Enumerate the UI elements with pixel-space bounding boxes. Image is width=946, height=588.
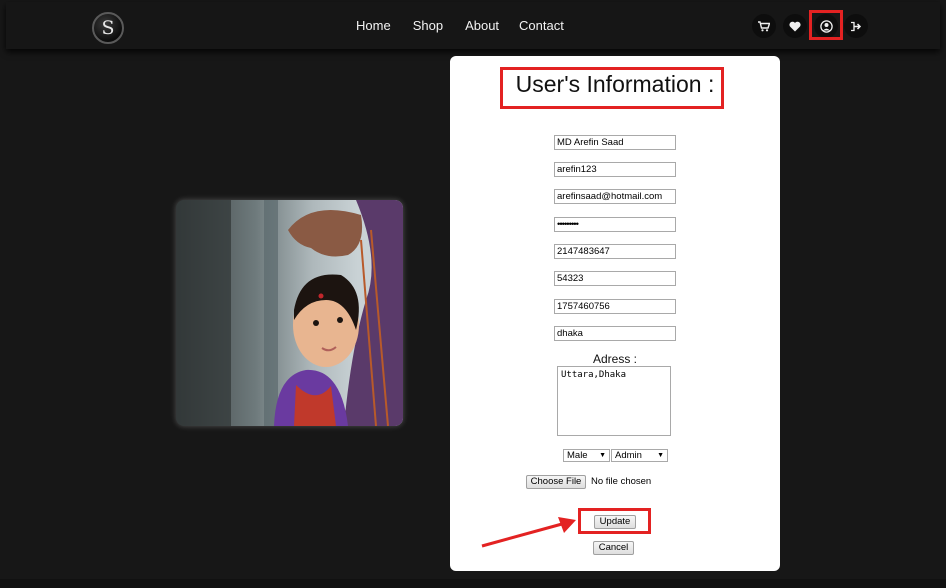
user-info-card: User's Information : MD Arefin Saad aref… — [450, 56, 780, 571]
update-button[interactable]: Update — [594, 515, 636, 529]
role-value: Admin — [615, 450, 642, 461]
annotation-arrow — [481, 517, 576, 548]
page-title: User's Information : — [515, 71, 715, 97]
name-field[interactable]: MD Arefin Saad — [554, 135, 676, 150]
gender-value: Male — [567, 450, 588, 461]
heart-icon[interactable] — [783, 14, 807, 38]
phone-field[interactable]: 1757460756 — [554, 299, 676, 314]
cart-icon[interactable] — [752, 14, 776, 38]
nav-about[interactable]: About — [465, 18, 499, 34]
city-field[interactable]: dhaka — [554, 326, 676, 341]
postcode-field[interactable]: 54323 — [554, 271, 676, 286]
nav-home[interactable]: Home — [356, 18, 391, 34]
email-field[interactable]: arefinsaad@hotmail.com — [554, 189, 676, 204]
nav-shop[interactable]: Shop — [413, 18, 443, 34]
adress-label: Adress : — [592, 352, 637, 366]
logo-letter: S — [101, 17, 115, 39]
nav-links: Home Shop About Contact — [356, 18, 586, 34]
navbar: S Home Shop About Contact — [6, 2, 940, 49]
caret-down-icon: ▼ — [599, 452, 606, 459]
file-status: No file chosen — [591, 476, 652, 487]
footer-bar — [0, 579, 946, 588]
choose-file-button[interactable]: Choose File — [526, 475, 586, 489]
caret-down-icon: ▼ — [657, 452, 664, 459]
user-photo — [176, 200, 403, 426]
password-field[interactable]: ••••••••• — [554, 217, 676, 232]
username-field[interactable]: arefin123 — [554, 162, 676, 177]
gender-select[interactable]: Male ▼ — [563, 449, 610, 462]
logout-icon[interactable] — [844, 14, 868, 38]
role-select[interactable]: Admin ▼ — [611, 449, 668, 462]
number-field[interactable]: 2147483647 — [554, 244, 676, 259]
cancel-button[interactable]: Cancel — [593, 541, 634, 555]
user-icon[interactable] — [814, 14, 838, 38]
adress-textarea[interactable]: Uttara,Dhaka — [557, 366, 671, 436]
site-logo[interactable]: S — [92, 12, 124, 44]
nav-contact[interactable]: Contact — [519, 18, 564, 34]
